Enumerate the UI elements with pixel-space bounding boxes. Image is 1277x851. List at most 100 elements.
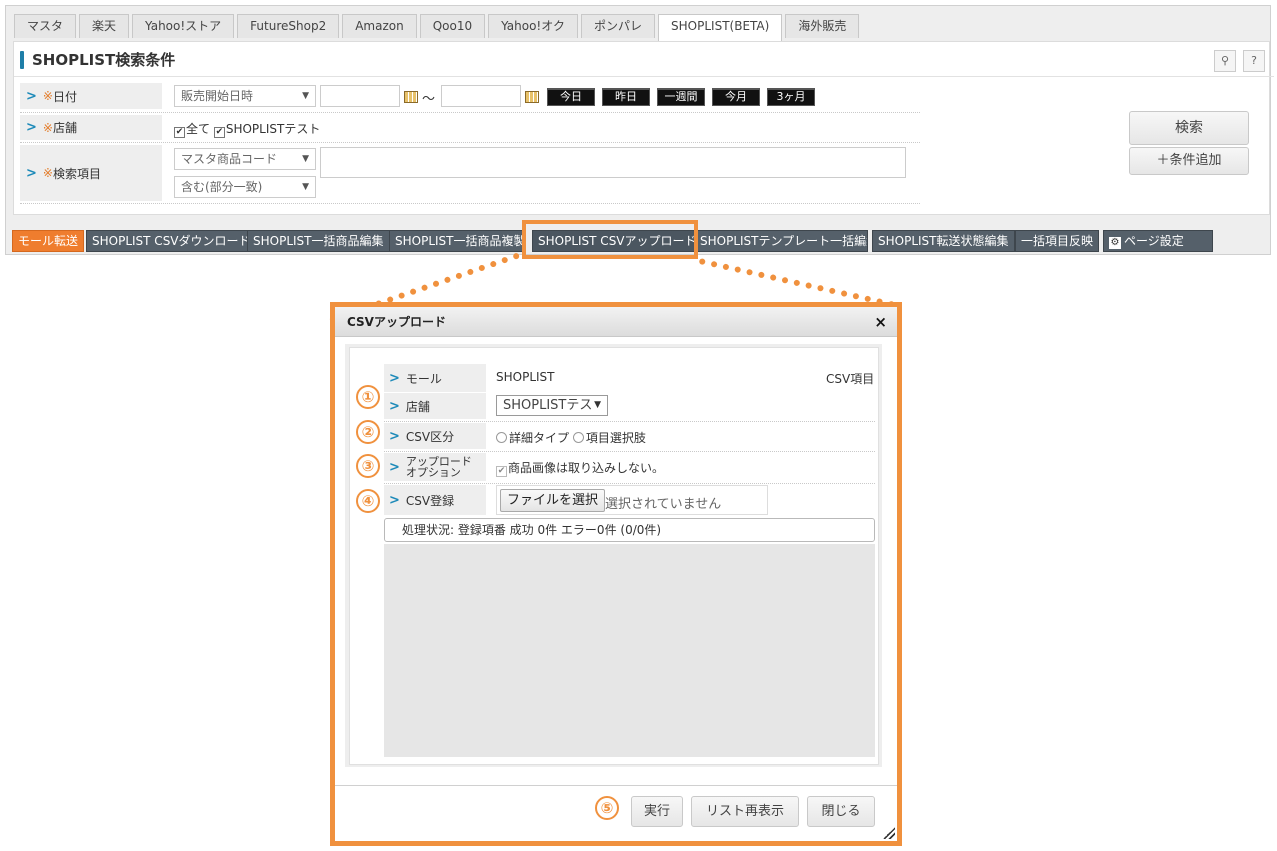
bulk-edit-button[interactable]: SHOPLIST一括商品編集 (247, 230, 390, 252)
gear-icon: ⚙ (1109, 237, 1121, 249)
search-icon[interactable]: ⚲ (1214, 50, 1236, 72)
date-type-select[interactable]: 販売開始日時 ▼ (174, 85, 316, 107)
required-mark: ※ (42, 89, 53, 103)
chevron-down-icon: ▼ (302, 91, 309, 101)
dialog-title: CSVアップロード (347, 315, 446, 329)
upload-option-line2: オプション (405, 466, 461, 479)
help-button[interactable]: ? (1243, 50, 1265, 72)
mall-value: SHOPLIST (496, 370, 555, 384)
chevron-right-icon: > (26, 88, 37, 104)
date-label-text: 日付 (52, 89, 77, 104)
yesterday-button[interactable]: 昨日 (602, 88, 650, 106)
detail-type-label: 詳細タイプ (509, 431, 570, 445)
tab-master[interactable]: マスタ (14, 14, 77, 38)
shop-select[interactable]: SHOPLISTテス ▼ (496, 395, 608, 416)
chevron-down-icon: ▼ (302, 154, 309, 164)
skip-image-checkbox[interactable]: ✔ (496, 466, 507, 477)
skip-image-label: 商品画像は取り込みしない。 (508, 461, 665, 475)
chevron-right-icon: > (389, 370, 400, 386)
divider (20, 142, 920, 143)
csv-items-link[interactable]: CSV項目 (826, 370, 874, 387)
file-input[interactable]: ファイルを選択 選択されていません (496, 485, 768, 515)
search-button[interactable]: 検索 (1129, 111, 1249, 145)
close-icon[interactable]: × (874, 307, 887, 337)
transfer-status-edit-button[interactable]: SHOPLIST転送状態編集 (872, 230, 1015, 252)
shop-label: > ※ 店舗 (20, 115, 162, 140)
shop-checkboxes: ✔ 全て ✔ SHOPLISTテスト (174, 120, 320, 138)
tab-shoplist[interactable]: SHOPLIST(BETA) (658, 14, 783, 42)
divider (20, 203, 920, 204)
marker-3: ③ (356, 454, 380, 478)
one-week-button[interactable]: 一週間 (657, 88, 705, 106)
csv-register-label-text: CSV登録 (405, 493, 455, 508)
chevron-right-icon: > (389, 492, 400, 508)
divider (335, 785, 897, 786)
tab-rakuten[interactable]: 楽天 (79, 14, 130, 38)
upload-option: ✔ 商品画像は取り込みしない。 (496, 459, 664, 477)
calendar-icon[interactable] (525, 91, 539, 103)
search-keyword-textarea[interactable] (320, 147, 906, 178)
marker-1: ① (356, 385, 380, 409)
no-file-text: 選択されていません (605, 497, 722, 512)
template-bulk-edit-button[interactable]: SHOPLISTテンプレート一括編集 (694, 230, 868, 252)
tab-qoo10[interactable]: Qoo10 (419, 14, 486, 38)
date-type-value: 販売開始日時 (181, 89, 254, 103)
refresh-list-button[interactable]: リスト再表示 (691, 796, 799, 827)
callout-line (698, 258, 896, 308)
this-month-button[interactable]: 今月 (712, 88, 760, 106)
divider (20, 112, 920, 113)
date-from-input[interactable] (320, 85, 400, 107)
upload-option-label-text: アップロード オプション (406, 456, 472, 478)
choose-file-button[interactable]: ファイルを選択 (500, 489, 606, 512)
required-mark: ※ (42, 120, 53, 135)
upload-option-label: > アップロード オプション (384, 453, 486, 481)
shoplist-test-label: SHOPLISTテスト (225, 122, 321, 136)
tab-yahoo-store[interactable]: Yahoo!ストア (132, 14, 235, 38)
csv-register-label: > CSV登録 (384, 485, 486, 515)
tab-ponpare[interactable]: ポンパレ (581, 14, 656, 38)
tab-futureshop2[interactable]: FutureShop2 (237, 14, 340, 38)
close-button[interactable]: 閉じる (807, 796, 875, 827)
tab-yahoo-auction[interactable]: Yahoo!オク (488, 14, 579, 38)
chevron-right-icon: > (389, 428, 400, 444)
add-condition-button[interactable]: ＋条件追加 (1129, 147, 1249, 175)
csv-download-button[interactable]: SHOPLIST CSVダウンロード (86, 230, 257, 252)
title-accent-bar (20, 50, 24, 69)
mall-label-text: モール (405, 371, 442, 386)
divider (384, 421, 875, 422)
all-checkbox[interactable]: ✔ (174, 127, 185, 138)
mall-transfer-button[interactable]: モール転送 (12, 230, 85, 252)
search-field-select[interactable]: マスタ商品コード ▼ (174, 148, 316, 170)
result-list-area (384, 544, 875, 757)
marker-4: ④ (356, 489, 380, 513)
chevron-right-icon: > (389, 398, 400, 414)
panel-title-text: SHOPLIST検索条件 (32, 51, 176, 69)
divider (384, 483, 875, 484)
three-months-button[interactable]: 3ヶ月 (767, 88, 815, 106)
page-settings-button[interactable]: ⚙ ページ設定 (1103, 230, 1213, 252)
date-label: > ※ 日付 (20, 83, 162, 109)
radio-item-options[interactable] (572, 432, 584, 443)
tab-overseas[interactable]: 海外販売 (785, 14, 860, 38)
resize-handle[interactable] (883, 827, 895, 839)
today-button[interactable]: 今日 (547, 88, 595, 106)
date-to-input[interactable] (441, 85, 521, 107)
match-type-select[interactable]: 含む(部分一致) ▼ (174, 176, 316, 198)
bulk-duplicate-button[interactable]: SHOPLIST一括商品複製 (389, 230, 524, 252)
tab-amazon[interactable]: Amazon (342, 14, 417, 38)
calendar-icon[interactable] (404, 91, 418, 103)
chevron-down-icon: ▼ (302, 182, 309, 192)
shop-label-text: 店舗 (405, 399, 430, 414)
marker-2: ② (356, 420, 380, 444)
radio-detail-type[interactable] (496, 432, 507, 443)
run-button[interactable]: 実行 (631, 796, 683, 827)
chevron-right-icon: > (26, 120, 37, 135)
marker-5: ⑤ (595, 796, 619, 820)
bulk-reflect-button[interactable]: 一括項目反映 (1015, 230, 1100, 252)
shop-select-value: SHOPLISTテス (503, 398, 593, 413)
shoplist-test-checkbox[interactable]: ✔ (213, 127, 225, 138)
dialog-header: CSVアップロード × (335, 307, 897, 337)
search-field-value: マスタ商品コード (181, 152, 278, 166)
csv-upload-dialog: CSVアップロード × > モール SHOPLIST CSV項目 ① > 店舗 SH… (335, 307, 897, 841)
required-mark: ※ (42, 166, 53, 180)
